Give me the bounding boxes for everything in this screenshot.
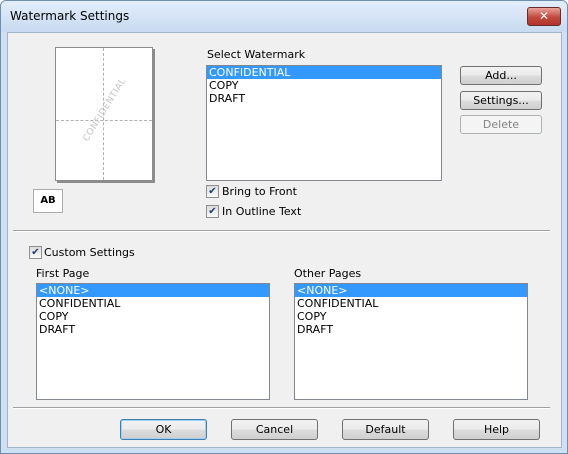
ok-button[interactable]: OK (120, 419, 207, 440)
title-bar: Watermark Settings ✕ (1, 1, 567, 32)
first-page-label: First Page (36, 267, 90, 280)
list-item[interactable]: DRAFT (207, 92, 441, 105)
checkmark-icon: ✔ (31, 247, 40, 258)
help-button[interactable]: Help (453, 419, 540, 440)
list-item[interactable]: DRAFT (37, 323, 269, 336)
list-item[interactable]: DRAFT (295, 323, 527, 336)
checkmark-icon: ✔ (208, 186, 217, 197)
in-outline-text-checkbox[interactable]: ✔ (206, 205, 219, 218)
watermark-preview: CONFIDENTIAL (55, 47, 153, 181)
list-item[interactable]: <NONE> (37, 284, 269, 297)
close-button[interactable]: ✕ (527, 7, 561, 26)
close-icon: ✕ (538, 9, 550, 23)
select-watermark-list[interactable]: CONFIDENTIAL COPY DRAFT (206, 65, 442, 181)
checkmark-icon: ✔ (208, 206, 217, 217)
watermark-settings-dialog: Watermark Settings ✕ CONFIDENTIAL AB Sel… (0, 0, 568, 454)
in-outline-text-label: In Outline Text (222, 205, 302, 218)
separator (13, 230, 550, 232)
ab-font-icon: AB (33, 189, 63, 213)
list-item[interactable]: COPY (207, 79, 441, 92)
bring-to-front-checkbox[interactable]: ✔ (206, 185, 219, 198)
list-item[interactable]: CONFIDENTIAL (37, 297, 269, 310)
list-item[interactable]: CONFIDENTIAL (207, 66, 441, 79)
list-item[interactable]: COPY (295, 310, 527, 323)
other-pages-list[interactable]: <NONE> CONFIDENTIAL COPY DRAFT (294, 283, 528, 400)
preview-watermark-text: CONFIDENTIAL (81, 76, 129, 144)
dialog-body: CONFIDENTIAL AB Select Watermark CONFIDE… (7, 32, 562, 448)
default-button[interactable]: Default (342, 419, 429, 440)
list-item[interactable]: COPY (37, 310, 269, 323)
list-item[interactable]: CONFIDENTIAL (295, 297, 527, 310)
window-title: Watermark Settings (10, 9, 130, 23)
add-button[interactable]: Add... (460, 66, 542, 85)
custom-settings-label: Custom Settings (44, 246, 135, 259)
delete-button[interactable]: Delete (460, 115, 542, 134)
settings-button[interactable]: Settings... (460, 91, 542, 110)
list-item[interactable]: <NONE> (295, 284, 527, 297)
separator (13, 407, 550, 409)
select-watermark-label: Select Watermark (207, 48, 306, 61)
other-pages-label: Other Pages (294, 267, 362, 280)
first-page-list[interactable]: <NONE> CONFIDENTIAL COPY DRAFT (36, 283, 270, 400)
custom-settings-checkbox[interactable]: ✔ (29, 246, 42, 259)
cancel-button[interactable]: Cancel (231, 419, 318, 440)
bring-to-front-label: Bring to Front (222, 185, 297, 198)
